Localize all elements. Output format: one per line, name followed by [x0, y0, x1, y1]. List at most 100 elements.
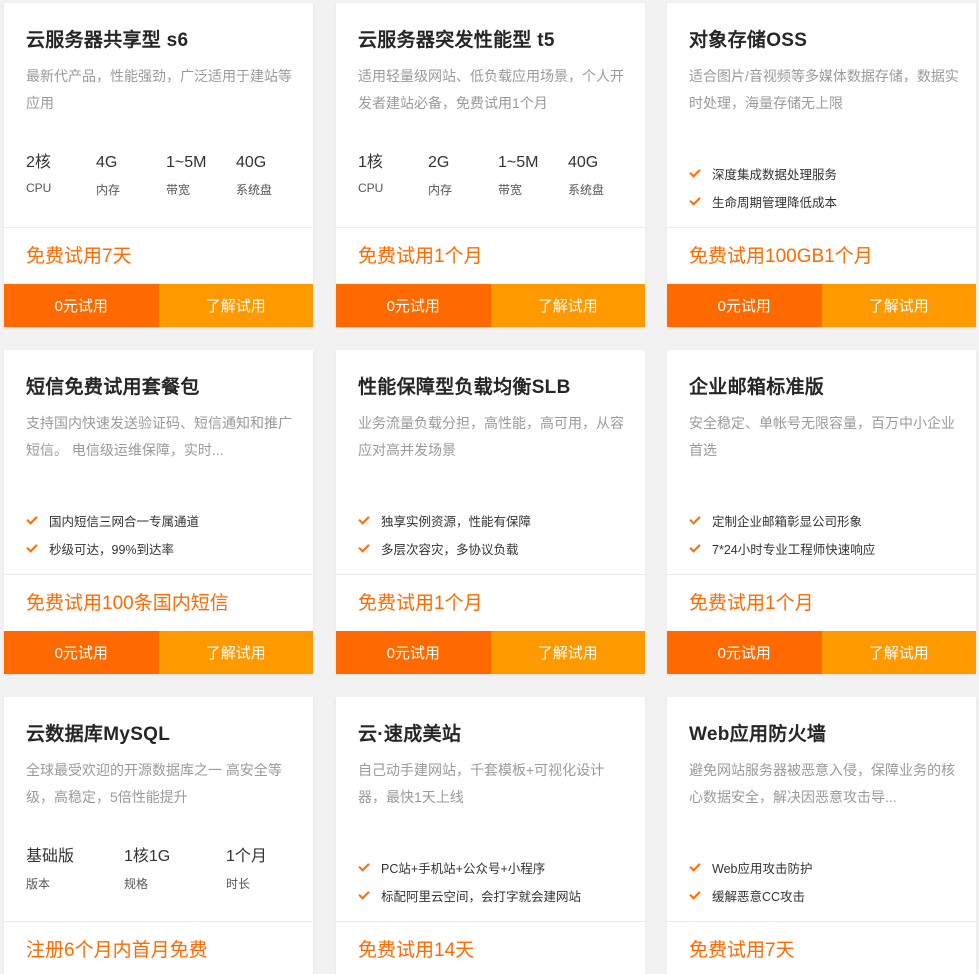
spec-item: 1核1G 规格	[124, 847, 226, 892]
card-title: 企业邮箱标准版	[689, 377, 825, 398]
feature-text: 国内短信三网合一专属通道	[49, 514, 200, 529]
free-trial-button[interactable]: 0元试用	[4, 284, 159, 327]
spec-list: 1核 CPU 2G 内存 1~5M 带宽 40G 系统盘	[358, 153, 638, 198]
card-title: 云服务器共享型 s6	[26, 30, 189, 51]
divider	[667, 921, 976, 922]
card-description: 自己动手建网站，千套模板+可视化设计器，最快1天上线	[358, 762, 605, 805]
card-description: 全球最受欢迎的开源数据库之一 高安全等级，高稳定，5倍性能提升	[26, 762, 282, 805]
button-row: 0元试用 了解试用	[4, 631, 313, 674]
spec-value: 40G	[236, 154, 267, 171]
learn-trial-button[interactable]: 了解试用	[821, 284, 976, 327]
product-card-website-builder: 云·速成美站 自己动手建网站，千套模板+可视化设计器，最快1天上线 PC站+手机…	[336, 697, 645, 974]
promo-text: 免费试用100GB1个月	[689, 246, 873, 267]
spec-item: 基础版 版本	[26, 847, 124, 892]
spec-label: 带宽	[498, 183, 523, 197]
feature-list: PC站+手机站+公众号+小程序 标配阿里云空间，会打字就会建网站	[358, 853, 581, 909]
button-row: 0元试用 了解试用	[667, 631, 976, 674]
card-title: Web应用防火墙	[689, 724, 827, 745]
check-icon	[358, 859, 374, 875]
spec-item: 40G 系统盘	[236, 153, 306, 198]
feature-item: 秒级可达，99%到达率	[26, 534, 199, 562]
promo-text: 免费试用1个月	[358, 593, 483, 614]
learn-trial-button[interactable]: 了解试用	[490, 284, 645, 327]
product-card-sms: 短信免费试用套餐包 支持国内快速发送验证码、短信通知和推广短信。 电信级运维保障…	[4, 350, 313, 674]
feature-item: 独享实例资源，性能有保障	[358, 506, 531, 534]
spec-label: 带宽	[166, 183, 191, 197]
button-row: 0元试用 了解试用	[336, 284, 645, 327]
free-trial-button[interactable]: 0元试用	[336, 284, 491, 327]
divider	[4, 574, 313, 575]
card-title: 云服务器突发性能型 t5	[358, 30, 555, 51]
check-icon	[358, 512, 374, 528]
feature-item: 生命周期管理降低成本	[689, 187, 837, 215]
card-description: 避免网站服务器被恶意入侵，保障业务的核心数据安全，解决因恶意攻击导...	[689, 762, 955, 805]
spec-value: 1核1G	[124, 848, 171, 865]
card-description: 适合图片/音视频等多媒体数据存储，数据实时处理，海量存储无上限	[689, 68, 959, 111]
spec-value: 2G	[428, 154, 450, 171]
learn-trial-button[interactable]: 了解试用	[158, 631, 313, 674]
card-title: 短信免费试用套餐包	[26, 377, 200, 398]
feature-item: PC站+手机站+公众号+小程序	[358, 853, 581, 881]
feature-item: 7*24小时专业工程师快速响应	[689, 534, 875, 562]
card-title: 云数据库MySQL	[26, 724, 171, 745]
spec-item: 1~5M 带宽	[498, 153, 568, 198]
spec-item: 1~5M 带宽	[166, 153, 236, 198]
spec-label: CPU	[358, 181, 384, 195]
feature-text: 深度集成数据处理服务	[712, 167, 838, 182]
spec-value: 2核	[26, 154, 51, 171]
feature-item: 缓解恶意CC攻击	[689, 881, 812, 909]
free-trial-button[interactable]: 0元试用	[4, 631, 159, 674]
free-trial-button[interactable]: 0元试用	[667, 631, 822, 674]
check-icon	[26, 540, 42, 556]
spec-label: 系统盘	[236, 183, 273, 197]
feature-item: Web应用攻击防护	[689, 853, 812, 881]
card-description: 最新代产品，性能强劲，广泛适用于建站等应用	[26, 68, 292, 111]
feature-text: 独享实例资源，性能有保障	[381, 514, 532, 529]
feature-list: 定制企业邮箱彰显公司形象 7*24小时专业工程师快速响应	[689, 506, 875, 562]
spec-value: 基础版	[26, 848, 75, 865]
feature-text: Web应用攻击防护	[712, 861, 813, 876]
spec-label: 内存	[96, 183, 121, 197]
spec-list: 2核 CPU 4G 内存 1~5M 带宽 40G 系统盘	[26, 153, 306, 198]
product-card-waf: Web应用防火墙 避免网站服务器被恶意入侵，保障业务的核心数据安全，解决因恶意攻…	[667, 697, 976, 974]
divider	[667, 574, 976, 575]
promo-text: 免费试用1个月	[358, 246, 483, 267]
spec-label: 内存	[428, 183, 453, 197]
feature-item: 国内短信三网合一专属通道	[26, 506, 199, 534]
learn-trial-button[interactable]: 了解试用	[821, 631, 976, 674]
button-row: 0元试用 了解试用	[336, 631, 645, 674]
feature-text: 多层次容灾，多协议负载	[381, 542, 519, 557]
spec-value: 1个月	[226, 848, 267, 865]
card-description: 支持国内快速发送验证码、短信通知和推广短信。 电信级运维保障，实时...	[26, 415, 292, 458]
spec-item: 4G 内存	[96, 153, 166, 198]
promo-text: 免费试用14天	[358, 940, 475, 961]
card-title: 对象存储OSS	[689, 30, 808, 51]
feature-item: 深度集成数据处理服务	[689, 159, 837, 187]
feature-text: PC站+手机站+公众号+小程序	[381, 861, 546, 876]
product-card-enterprise-mail: 企业邮箱标准版 安全稳定、单帐号无限容量，百万中小企业首选 定制企业邮箱彰显公司…	[667, 350, 976, 674]
free-trial-button[interactable]: 0元试用	[336, 631, 491, 674]
promo-text: 免费试用1个月	[689, 593, 814, 614]
check-icon	[358, 887, 374, 903]
card-description: 安全稳定、单帐号无限容量，百万中小企业首选	[689, 415, 955, 458]
feature-list: 独享实例资源，性能有保障 多层次容灾，多协议负载	[358, 506, 531, 562]
product-card-oss: 对象存储OSS 适合图片/音视频等多媒体数据存储，数据实时处理，海量存储无上限 …	[667, 3, 976, 327]
button-row: 0元试用 了解试用	[4, 284, 313, 327]
free-trial-button[interactable]: 0元试用	[667, 284, 822, 327]
spec-label: 系统盘	[568, 183, 605, 197]
learn-trial-button[interactable]: 了解试用	[490, 631, 645, 674]
feature-list: 国内短信三网合一专属通道 秒级可达，99%到达率	[26, 506, 199, 562]
product-card-slb: 性能保障型负载均衡SLB 业务流量负载分担，高性能，高可用，从容应对高并发场景 …	[336, 350, 645, 674]
check-icon	[689, 887, 705, 903]
check-icon	[689, 165, 705, 181]
learn-trial-button[interactable]: 了解试用	[158, 284, 313, 327]
spec-item: 40G 系统盘	[568, 153, 638, 198]
check-icon	[358, 540, 374, 556]
feature-text: 生命周期管理降低成本	[712, 195, 838, 210]
divider	[4, 921, 313, 922]
feature-text: 标配阿里云空间，会打字就会建网站	[381, 889, 582, 904]
feature-item: 多层次容灾，多协议负载	[358, 534, 531, 562]
feature-text: 秒级可达，99%到达率	[49, 542, 175, 557]
promo-text: 免费试用7天	[689, 940, 795, 961]
spec-item: 1个月 时长	[226, 847, 298, 892]
